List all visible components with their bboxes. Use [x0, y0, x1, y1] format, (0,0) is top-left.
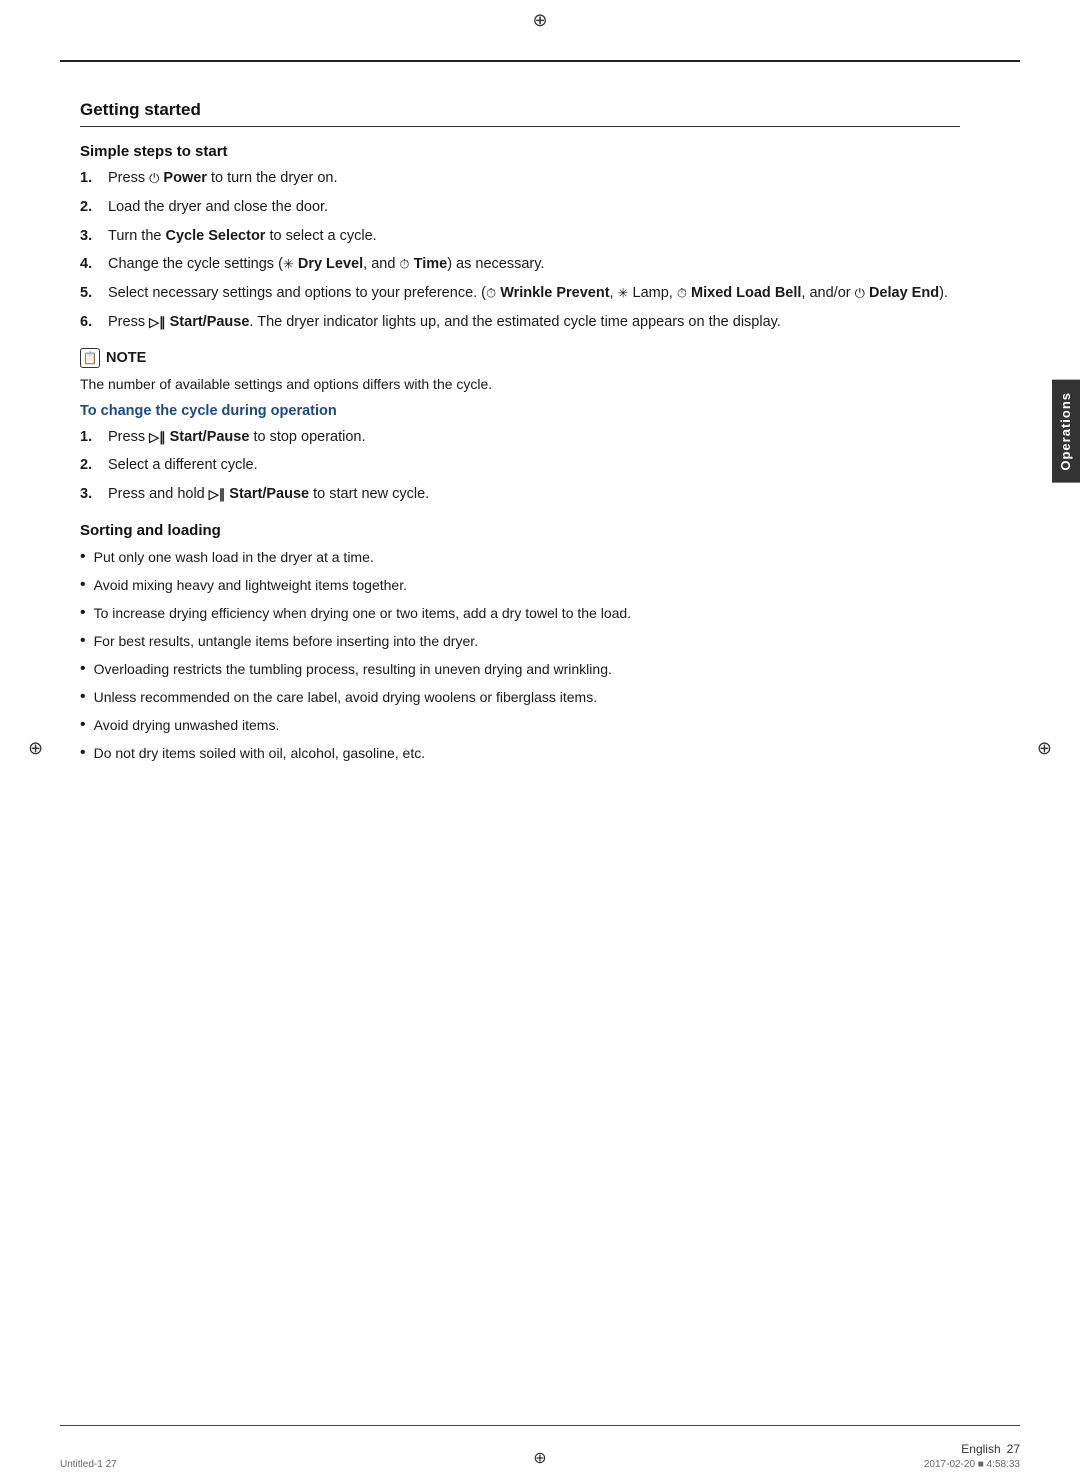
bottom-file-info: Untitled-1 27	[60, 1459, 117, 1470]
sorting-loading-title: Sorting and loading	[80, 522, 960, 539]
bullet-6: Unless recommended on the care label, av…	[80, 687, 960, 708]
step-3: 3. Turn the Cycle Selector to select a c…	[80, 226, 960, 248]
right-compass-icon: ⊕	[1037, 738, 1052, 759]
note-icon: 📋	[80, 348, 100, 368]
bottom-divider-line	[60, 1425, 1020, 1427]
bullet-4: For best results, untangle items before …	[80, 631, 960, 652]
lamp-icon: ✳	[618, 285, 629, 300]
bullet-2: Avoid mixing heavy and lightweight items…	[80, 575, 960, 596]
main-content-area: Getting started Simple steps to start 1.…	[80, 100, 960, 1396]
footer-page-number: 27	[1007, 1442, 1020, 1456]
time-icon1: ⏱	[399, 257, 409, 272]
bullet-1: Put only one wash load in the dryer at a…	[80, 547, 960, 568]
note-header: 📋 NOTE	[80, 348, 960, 368]
left-compass-icon: ⊕	[28, 738, 43, 759]
step-2: 2. Load the dryer and close the door.	[80, 197, 960, 219]
sorting-loading-list: Put only one wash load in the dryer at a…	[80, 547, 960, 764]
top-compass-icon: ⊕	[532, 10, 547, 31]
change-step-2: 2. Select a different cycle.	[80, 455, 960, 477]
footer-language: English	[961, 1442, 1000, 1456]
bottom-compass-icon: ⊕	[533, 1448, 546, 1468]
step-1: 1. Press ⏻ Power to turn the dryer on.	[80, 168, 960, 190]
note-text: The number of available settings and opt…	[80, 374, 960, 395]
start-pause-icon2: ▷∥	[149, 429, 166, 444]
simple-steps-list: 1. Press ⏻ Power to turn the dryer on. 2…	[80, 168, 960, 334]
bullet-3: To increase drying efficiency when dryin…	[80, 603, 960, 624]
footer-center: English 27	[961, 1442, 1020, 1456]
bullet-7: Avoid drying unwashed items.	[80, 715, 960, 736]
start-pause-icon3: ▷∥	[209, 486, 226, 501]
section-title: Getting started	[80, 100, 960, 127]
start-pause-icon1: ▷∥	[149, 314, 166, 329]
delay-end-icon: ⏻	[855, 285, 865, 300]
operations-sidebar-tab: Operations	[1052, 380, 1080, 483]
bottom-date-info: 2017-02-20 ■ 4:58:33	[924, 1459, 1020, 1470]
change-step-3: 3. Press and hold ▷∥ Start/Pause to star…	[80, 484, 960, 506]
bullet-5: Overloading restricts the tumbling proce…	[80, 659, 960, 680]
dry-level-icon: ✳	[283, 257, 294, 272]
note-box: 📋 NOTE The number of available settings …	[80, 348, 960, 506]
power-icon: ⏻	[149, 170, 159, 185]
step-4: 4. Change the cycle settings (✳ Dry Leve…	[80, 254, 960, 276]
bullet-8: Do not dry items soiled with oil, alcoho…	[80, 743, 960, 764]
mixed-load-bell-icon: ⏱	[677, 285, 687, 300]
change-cycle-steps-list: 1. Press ▷∥ Start/Pause to stop operatio…	[80, 427, 960, 506]
subsection-simple-steps-title: Simple steps to start	[80, 143, 960, 160]
change-step-1: 1. Press ▷∥ Start/Pause to stop operatio…	[80, 427, 960, 449]
step-6: 6. Press ▷∥ Start/Pause. The dryer indic…	[80, 312, 960, 334]
top-divider-line	[60, 60, 1020, 62]
change-cycle-heading: To change the cycle during operation	[80, 403, 960, 419]
wrinkle-prevent-icon: ⏱	[486, 285, 496, 300]
step-5: 5. Select necessary settings and options…	[80, 283, 960, 305]
